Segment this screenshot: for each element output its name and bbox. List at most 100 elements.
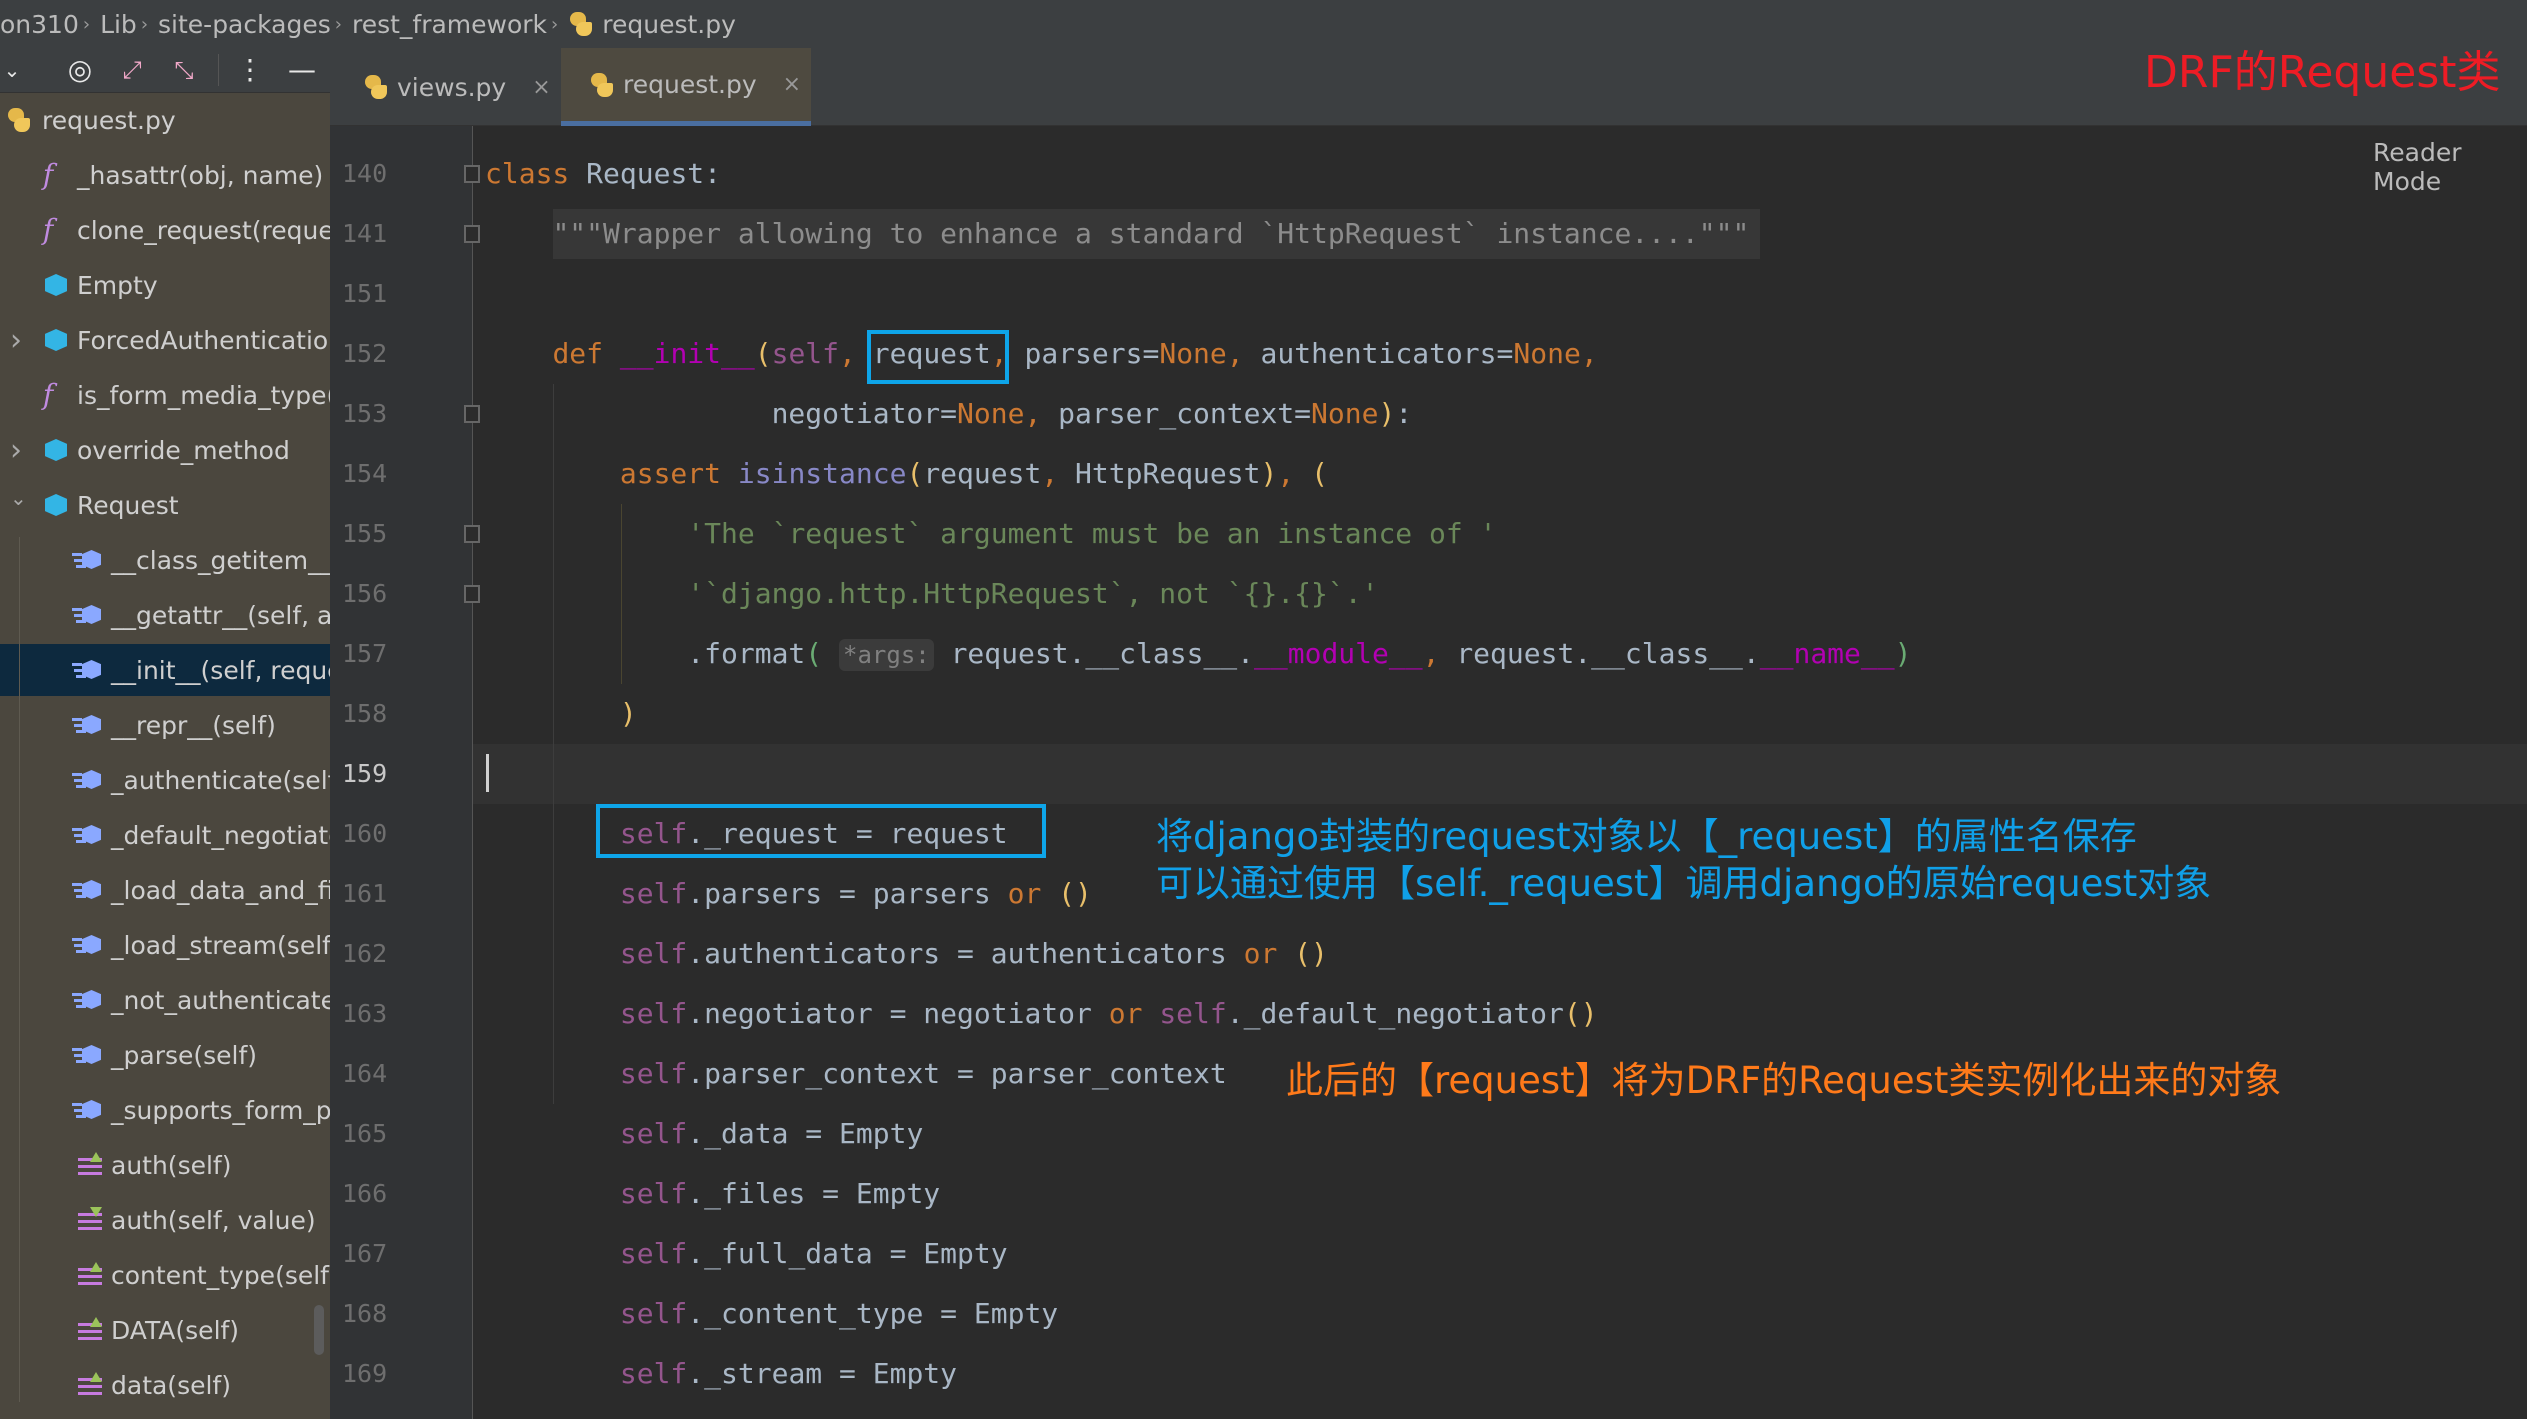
chevron-right-icon[interactable]: › bbox=[10, 323, 22, 358]
structure-item[interactable]: DATA(self) bbox=[0, 1307, 330, 1353]
expand-icon[interactable]: ⤢ bbox=[114, 52, 150, 88]
code-token: request bbox=[923, 457, 1042, 490]
code-token: ( bbox=[906, 457, 924, 490]
code-line[interactable]: """Wrapper allowing to enhance a standar… bbox=[485, 204, 1749, 264]
code-token: ._default_negotiator bbox=[1226, 997, 1564, 1030]
code-line[interactable]: self._data = Empty bbox=[485, 1104, 923, 1164]
line-number: 169 bbox=[342, 1359, 388, 1388]
structure-item-label: auth(self) bbox=[111, 1150, 232, 1180]
minimize-icon[interactable]: — bbox=[284, 52, 320, 88]
structure-item[interactable]: _default_negotiator bbox=[0, 812, 330, 858]
structure-item[interactable]: › ForcedAuthentication bbox=[0, 317, 330, 363]
structure-item[interactable]: __getattr__(self, attr bbox=[0, 592, 330, 638]
code-line[interactable]: assert isinstance(request, HttpRequest),… bbox=[485, 444, 1328, 504]
code-token: ) bbox=[1260, 457, 1278, 490]
structure-item[interactable]: auth(self, value) bbox=[0, 1197, 330, 1243]
tab-views-py[interactable]: views.py × bbox=[335, 48, 560, 126]
code-token: self bbox=[619, 1117, 688, 1150]
code-line[interactable]: self._files = Empty bbox=[485, 1164, 940, 1224]
more-icon[interactable]: ⋮ bbox=[232, 52, 268, 88]
code-token: self bbox=[619, 1177, 688, 1210]
chevron-down-icon[interactable]: ⌄ bbox=[10, 486, 27, 510]
line-number: 160 bbox=[342, 819, 388, 848]
structure-item[interactable]: content_type(self) bbox=[0, 1252, 330, 1298]
line-number: 165 bbox=[342, 1119, 388, 1148]
structure-item[interactable]: __class_getitem__(c bbox=[0, 537, 330, 583]
code-line[interactable]: self.parsers = parsers or () bbox=[485, 864, 1092, 924]
code-token: , bbox=[1024, 397, 1059, 430]
structure-item[interactable]: _authenticate(self) bbox=[0, 757, 330, 803]
target-icon[interactable]: ◎ bbox=[62, 52, 98, 88]
breadcrumb-label: rest_framework bbox=[351, 9, 548, 39]
breadcrumb-item[interactable]: request.py bbox=[568, 10, 736, 39]
structure-item[interactable]: ⌄ Request bbox=[0, 482, 330, 528]
line-number: 162 bbox=[342, 939, 388, 968]
fold-marker-icon[interactable] bbox=[464, 525, 480, 543]
structure-item[interactable]: f clone_request(request bbox=[0, 207, 330, 253]
tab-request-py[interactable]: request.py × bbox=[561, 48, 811, 126]
structure-item[interactable]: _not_authenticated bbox=[0, 977, 330, 1023]
sidebar-scrollbar[interactable] bbox=[314, 1305, 324, 1355]
method-icon bbox=[72, 712, 100, 738]
method-icon bbox=[72, 657, 100, 683]
structure-item[interactable]: f _hasattr(obj, name) bbox=[0, 152, 330, 198]
code-line[interactable]: 'The `request` argument must be an insta… bbox=[485, 504, 1496, 564]
code-token: None bbox=[1311, 397, 1379, 430]
code-line[interactable]: self._content_type = Empty bbox=[485, 1284, 1058, 1344]
code-line[interactable]: self.negotiator = negotiator or self._de… bbox=[485, 984, 1598, 1044]
function-icon: f bbox=[42, 378, 54, 411]
line-number: 155 bbox=[342, 519, 388, 548]
chevron-down-icon[interactable]: ⌄ bbox=[0, 52, 30, 88]
structure-item[interactable]: auth(self) bbox=[0, 1142, 330, 1188]
code-line[interactable]: class Request: bbox=[485, 144, 721, 204]
reader-mode-button[interactable]: Reader Mode bbox=[2373, 138, 2527, 196]
code-line[interactable]: def __init__(self, request, parsers=None… bbox=[485, 324, 1597, 384]
structure-item[interactable]: Empty bbox=[0, 262, 330, 308]
chevron-right-icon[interactable]: › bbox=[10, 433, 22, 468]
structure-item-label: Empty bbox=[77, 270, 158, 300]
structure-item[interactable]: _load_stream(self) bbox=[0, 922, 330, 968]
structure-item[interactable]: › override_method bbox=[0, 427, 330, 473]
structure-item[interactable]: __repr__(self) bbox=[0, 702, 330, 748]
breadcrumb-item[interactable]: rest_framework bbox=[352, 10, 547, 39]
structure-item[interactable]: data(self) bbox=[0, 1362, 330, 1408]
fold-marker-icon[interactable] bbox=[464, 585, 480, 603]
code-token: self bbox=[619, 1297, 688, 1330]
code-line[interactable]: ) bbox=[485, 684, 637, 744]
collapse-icon[interactable]: ⤡ bbox=[166, 52, 202, 88]
code-line[interactable]: self.authenticators = authenticators or … bbox=[485, 924, 1328, 984]
close-icon[interactable]: × bbox=[783, 72, 801, 97]
python-file-icon bbox=[363, 74, 389, 100]
breadcrumb-item[interactable]: on310 bbox=[0, 10, 79, 39]
code-line[interactable]: self._stream = Empty bbox=[485, 1344, 957, 1404]
code-token: __name__ bbox=[1759, 637, 1895, 670]
structure-item-label: _load_data_and_file bbox=[111, 875, 330, 905]
code-token: request.__class__. bbox=[1456, 637, 1760, 670]
code-line[interactable]: '`django.http.HttpRequest`, not `{}.{}`.… bbox=[485, 564, 1378, 624]
fold-marker-icon[interactable] bbox=[464, 405, 480, 423]
code-line[interactable]: negotiator=None, parser_context=None): bbox=[485, 384, 1413, 444]
code-line[interactable]: self.parser_context = parser_context bbox=[485, 1044, 1227, 1104]
fold-marker-icon[interactable] bbox=[464, 165, 480, 183]
structure-item[interactable]: _supports_form_pa bbox=[0, 1087, 330, 1133]
structure-item[interactable]: _parse(self) bbox=[0, 1032, 330, 1078]
breadcrumb-item[interactable]: site-packages bbox=[158, 10, 331, 39]
structure-item[interactable]: request.py bbox=[0, 97, 330, 143]
structure-item-label: content_type(self) bbox=[111, 1260, 330, 1290]
structure-item[interactable]: __init__(self, reques bbox=[0, 644, 330, 696]
code-line[interactable]: .format( *args: request.__class__.__modu… bbox=[485, 624, 1911, 685]
current-line-highlight bbox=[473, 744, 2527, 804]
code-line[interactable]: self._full_data = Empty bbox=[485, 1224, 1008, 1284]
breadcrumb-item[interactable]: Lib bbox=[100, 10, 137, 39]
code-token: () bbox=[1058, 877, 1092, 910]
structure-item[interactable]: _load_data_and_file bbox=[0, 867, 330, 913]
property-icon bbox=[76, 1262, 104, 1288]
structure-item[interactable]: f is_form_media_type(m bbox=[0, 372, 330, 418]
close-icon[interactable]: × bbox=[532, 75, 550, 100]
fold-marker-icon[interactable] bbox=[464, 225, 480, 243]
